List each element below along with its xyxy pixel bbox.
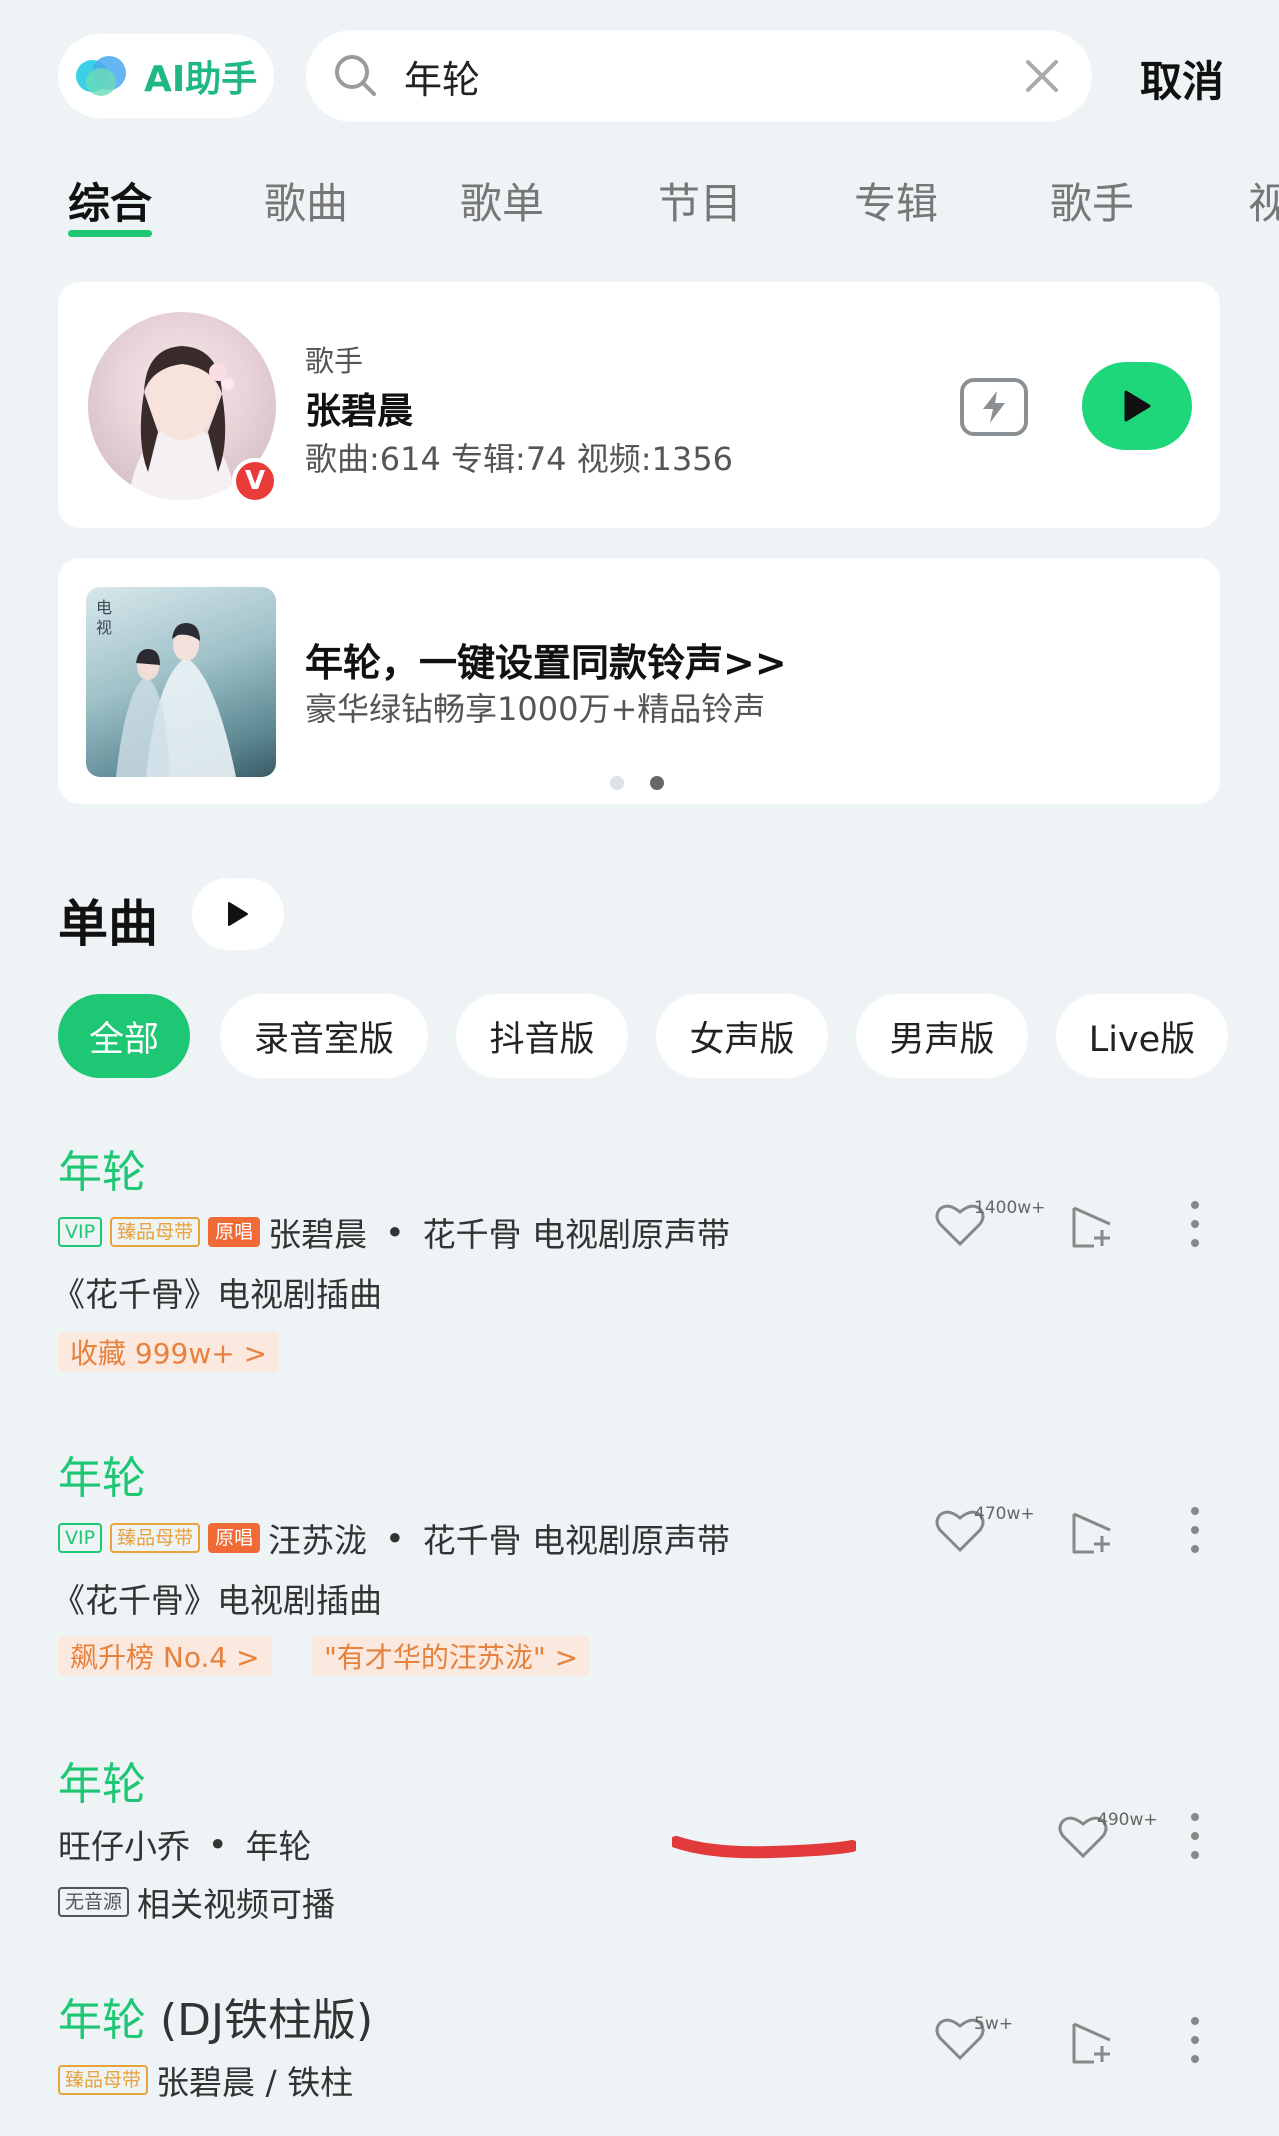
add-to-playlist-icon[interactable] [1070, 1204, 1116, 1250]
song-meta: 臻品母带 张碧晨 / 铁柱 [58, 2056, 353, 2104]
song-album[interactable]: 花千骨 电视剧原声带 [423, 1208, 731, 1256]
separator-dot: • [208, 1824, 228, 1864]
song-artist[interactable]: 张碧晨 [268, 1208, 367, 1256]
filter-female[interactable]: 女声版 [656, 994, 828, 1078]
separator-dot: • [385, 1212, 405, 1252]
more-icon[interactable] [1190, 2016, 1200, 2064]
song-meta: VIP 臻品母带 原唱 汪苏泷 • 花千骨 电视剧原声带 [58, 1514, 730, 1562]
song-title[interactable]: 年轮 (DJ铁柱版) [58, 1984, 373, 2048]
red-marker-annotation [672, 1836, 856, 1859]
like-count: 490w+ [1097, 1810, 1158, 1830]
chart-rank-pill[interactable]: 飙升榜 No.4 > [58, 1636, 272, 1676]
ringtone-subtitle: 豪华绿钻畅享1000万+精品铃声 [305, 690, 766, 728]
verified-badge: V [232, 458, 278, 504]
ai-assistant-label: AI助手 [144, 59, 258, 100]
ai-logo-icon [76, 54, 132, 98]
like-count: 470w+ [974, 1504, 1035, 1524]
vip-tag: VIP [58, 1523, 103, 1553]
search-icon [335, 55, 376, 96]
add-to-playlist-icon[interactable] [1070, 1510, 1116, 1556]
cancel-button[interactable]: 取消 [1140, 48, 1224, 109]
filter-studio[interactable]: 录音室版 [220, 994, 428, 1078]
artist-name[interactable]: 张碧晨 [305, 382, 413, 434]
play-icon [1124, 390, 1151, 422]
tab-singers[interactable]: 歌手 [1050, 170, 1134, 231]
song-meta: 旺仔小乔 • 年轮 [58, 1820, 311, 1868]
more-icon[interactable] [1190, 1200, 1200, 1248]
search-bar[interactable]: 年轮 [306, 30, 1092, 122]
song-meta-secondary: 无音源 相关视频可播 [58, 1878, 335, 1926]
ai-assistant-button[interactable]: AI助手 [58, 34, 274, 118]
song-description: 《花千骨》电视剧插曲 [52, 1275, 382, 1314]
song-title-version: (DJ铁柱版) [146, 1995, 374, 2046]
artist-stats: 歌曲:614 专辑:74 视频:1356 [305, 440, 733, 478]
tab-general[interactable]: 综合 [68, 170, 152, 231]
tab-albums[interactable]: 专辑 [854, 170, 938, 231]
master-tape-tag: 臻品母带 [110, 1217, 201, 1247]
singles-heading: 单曲 [58, 895, 158, 953]
more-icon[interactable] [1190, 1812, 1200, 1860]
like-count: 5w+ [974, 2014, 1013, 2034]
song-title[interactable]: 年轮 [58, 1748, 146, 1812]
filter-male[interactable]: 男声版 [856, 994, 1028, 1078]
song-album[interactable]: 花千骨 电视剧原声带 [423, 1514, 731, 1562]
song-title[interactable]: 年轮 [58, 1442, 146, 1506]
master-tape-tag: 臻品母带 [58, 2065, 149, 2095]
carousel-dot-2[interactable] [650, 776, 664, 790]
filter-douyin[interactable]: 抖音版 [456, 994, 628, 1078]
song-meta: VIP 臻品母带 原唱 张碧晨 • 花千骨 电视剧原声带 [58, 1208, 730, 1256]
vip-tag: VIP [58, 1217, 103, 1247]
filter-all[interactable]: 全部 [58, 994, 190, 1078]
carousel-dot-1[interactable] [610, 776, 624, 790]
song-artist[interactable]: 张碧晨 / 铁柱 [156, 2056, 353, 2104]
ringtone-title[interactable]: 年轮，一键设置同款铃声>> [305, 632, 787, 687]
artist-tag-pill[interactable]: "有才华的汪苏泷" > [312, 1636, 591, 1676]
song-artist[interactable]: 汪苏泷 [268, 1514, 367, 1562]
artist-type-label: 歌手 [305, 344, 364, 378]
collect-pill[interactable]: 收藏 999w+ > [58, 1332, 280, 1372]
clear-icon[interactable] [1024, 58, 1060, 94]
category-tabs: 综合 歌曲 歌单 节目 专辑 歌手 视 [0, 170, 1279, 240]
artist-play-button[interactable] [1082, 362, 1192, 450]
search-input[interactable]: 年轮 [404, 49, 480, 104]
lightning-icon [983, 391, 1005, 423]
active-tab-indicator [68, 230, 152, 237]
flash-button[interactable] [960, 378, 1028, 436]
song-title[interactable]: 年轮 [58, 1136, 146, 1200]
no-source-tag: 无音源 [58, 1887, 130, 1917]
song-description: 《花千骨》电视剧插曲 [52, 1581, 382, 1620]
like-count: 1400w+ [974, 1198, 1046, 1218]
tab-videos[interactable]: 视 [1248, 170, 1279, 231]
filter-live[interactable]: Live版 [1056, 994, 1228, 1078]
separator-dot: • [385, 1518, 405, 1558]
master-tape-tag: 臻品母带 [110, 1523, 201, 1553]
svg-text:视: 视 [96, 618, 112, 637]
original-tag: 原唱 [208, 1523, 261, 1553]
song-description: 相关视频可播 [137, 1885, 336, 1924]
album-cover[interactable]: 电 视 [86, 587, 276, 777]
tab-playlists[interactable]: 歌单 [460, 170, 544, 231]
svg-text:电: 电 [96, 598, 112, 617]
song-artist[interactable]: 旺仔小乔 [58, 1820, 190, 1868]
tab-programs[interactable]: 节目 [658, 170, 742, 231]
more-icon[interactable] [1190, 1506, 1200, 1554]
tab-songs[interactable]: 歌曲 [264, 170, 348, 231]
album-art-image: 电 视 [96, 598, 236, 777]
song-title-main: 年轮 [58, 1995, 146, 2046]
singles-play-button[interactable] [192, 878, 284, 950]
song-album[interactable]: 年轮 [245, 1820, 311, 1868]
play-icon [228, 902, 248, 926]
original-tag: 原唱 [208, 1217, 261, 1247]
add-to-playlist-icon[interactable] [1070, 2020, 1116, 2066]
